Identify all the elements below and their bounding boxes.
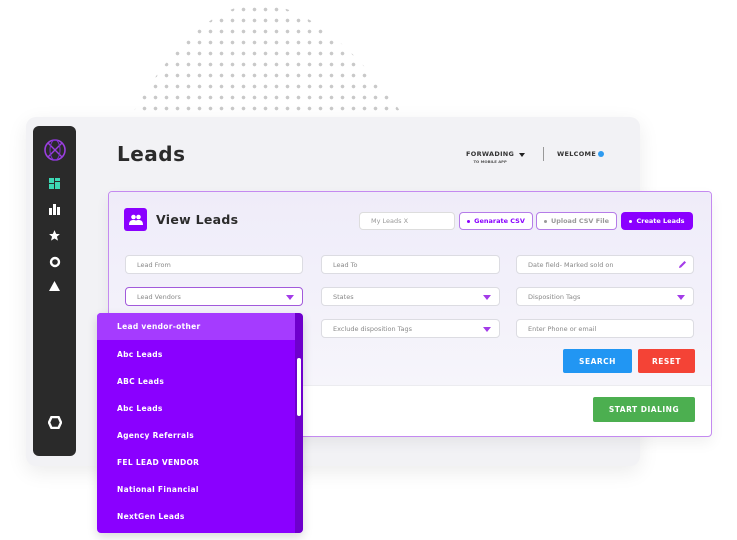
welcome-label[interactable]: WELCOME bbox=[557, 150, 596, 158]
reset-button[interactable]: RESET bbox=[638, 349, 695, 373]
generate-csv-button[interactable]: Genarate CSV bbox=[459, 212, 533, 230]
sidebar bbox=[33, 126, 76, 456]
forwarding-label: FORWADING bbox=[466, 150, 515, 158]
date-sold-field[interactable]: Date field- Marked sold on bbox=[516, 255, 694, 274]
dropdown-scrollbar-thumb[interactable] bbox=[297, 358, 301, 416]
dropdown-scrollbar-track[interactable] bbox=[295, 313, 303, 533]
dropdown-item[interactable]: Abc Leads bbox=[97, 395, 295, 422]
lead-to-placeholder: Lead To bbox=[333, 260, 358, 269]
caret-down-icon bbox=[483, 327, 491, 332]
circle-icon[interactable] bbox=[33, 256, 76, 268]
dropdown-item[interactable]: Agency Referrals bbox=[97, 422, 295, 449]
star-icon[interactable] bbox=[33, 229, 76, 242]
forwarding-sublabel: TO MOBILE APP bbox=[473, 159, 507, 164]
globe-logo-icon[interactable] bbox=[33, 138, 76, 162]
hexagon-icon[interactable] bbox=[33, 416, 76, 429]
lead-from-placeholder: Lead From bbox=[137, 260, 171, 269]
bullet-icon bbox=[629, 219, 633, 223]
panel-title: View Leads bbox=[156, 212, 239, 227]
dropdown-item[interactable]: ABC Leads bbox=[97, 368, 295, 395]
phone-email-input[interactable]: Enter Phone or email bbox=[516, 319, 694, 338]
upload-csv-label: Upload CSV File bbox=[550, 217, 610, 225]
dotted-background-decoration bbox=[128, 4, 408, 122]
lead-to-field[interactable]: Lead To bbox=[321, 255, 500, 274]
my-leads-filter[interactable]: My Leads X bbox=[359, 212, 455, 230]
states-select[interactable]: States bbox=[321, 287, 500, 306]
header-divider bbox=[543, 147, 544, 161]
triangle-icon[interactable] bbox=[33, 281, 76, 291]
create-leads-label: Create Leads bbox=[636, 217, 685, 225]
disposition-tags-select[interactable]: Disposition Tags bbox=[516, 287, 694, 306]
start-dialing-button[interactable]: START DIALING bbox=[593, 397, 695, 422]
lead-vendors-select[interactable]: Lead Vendors bbox=[125, 287, 303, 306]
create-leads-button[interactable]: Create Leads bbox=[621, 212, 693, 230]
dropdown-item[interactable]: National Financial bbox=[97, 476, 295, 503]
lead-from-field[interactable]: Lead From bbox=[125, 255, 303, 274]
forwarding-menu[interactable]: FORWADING TO MOBILE APP bbox=[466, 150, 514, 164]
disposition-tags-placeholder: Disposition Tags bbox=[528, 292, 581, 301]
page-title: Leads bbox=[117, 142, 186, 166]
upload-csv-button[interactable]: Upload CSV File bbox=[536, 212, 617, 230]
status-dot-icon bbox=[598, 151, 604, 157]
bullet-icon bbox=[467, 219, 471, 223]
dropdown-item[interactable]: NextGen Leads bbox=[97, 503, 295, 530]
pencil-icon[interactable] bbox=[678, 260, 687, 271]
bar-chart-icon[interactable] bbox=[33, 204, 76, 215]
dropdown-item[interactable]: Lead vendor-other bbox=[97, 313, 295, 340]
exclude-disposition-placeholder: Exclude disposition Tags bbox=[333, 324, 413, 333]
lead-vendors-dropdown: Lead vendor-other Abc Leads ABC Leads Ab… bbox=[97, 313, 303, 533]
search-button[interactable]: SEARCH bbox=[563, 349, 632, 373]
date-sold-placeholder: Date field- Marked sold on bbox=[528, 260, 614, 269]
dropdown-item[interactable]: FEL LEAD VENDOR bbox=[97, 449, 295, 476]
users-icon bbox=[124, 208, 147, 231]
phone-email-placeholder: Enter Phone or email bbox=[528, 324, 597, 333]
bullet-icon bbox=[543, 219, 547, 223]
generate-csv-label: Genarate CSV bbox=[474, 217, 525, 225]
exclude-disposition-tags-select[interactable]: Exclude disposition Tags bbox=[321, 319, 500, 338]
lead-vendors-placeholder: Lead Vendors bbox=[137, 292, 181, 301]
dropdown-item[interactable]: Abc Leads bbox=[97, 341, 295, 368]
states-placeholder: States bbox=[333, 292, 354, 301]
chevron-down-icon[interactable] bbox=[519, 153, 525, 157]
caret-down-icon bbox=[286, 295, 294, 300]
caret-down-icon bbox=[483, 295, 491, 300]
dashboard-icon[interactable] bbox=[33, 178, 76, 189]
caret-down-icon bbox=[677, 295, 685, 300]
